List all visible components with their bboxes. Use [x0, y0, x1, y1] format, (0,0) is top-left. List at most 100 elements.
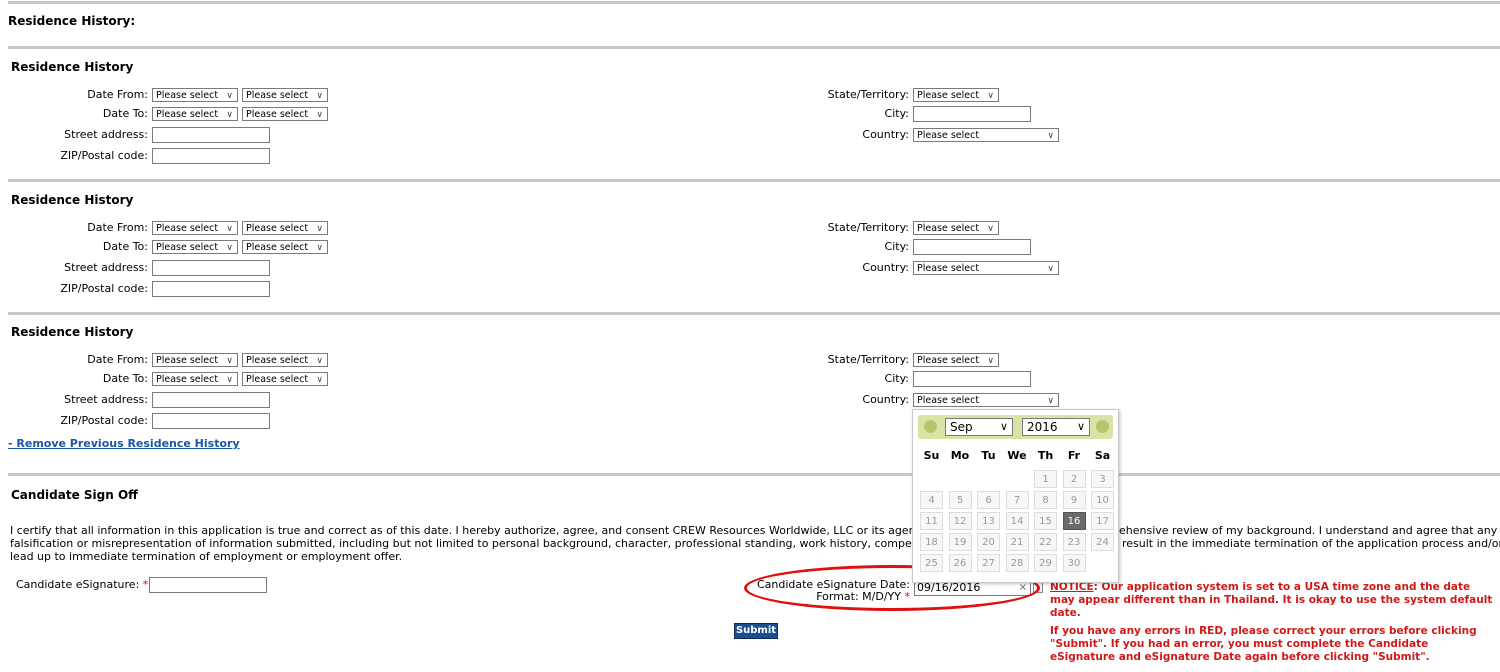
state-label: State/Territory: [827, 353, 909, 366]
prev-month-icon[interactable] [924, 420, 937, 433]
country-select[interactable]: Please select ∨ [913, 261, 1059, 275]
section-divider-4 [8, 473, 1500, 476]
day-cell-27[interactable]: 27 [977, 554, 1000, 572]
date-from-month-select[interactable]: Please select ∨ [152, 221, 238, 235]
residence-title: Residence History [11, 60, 134, 74]
residence-title: Residence History [11, 325, 134, 339]
day-cell-5[interactable]: 5 [948, 491, 972, 509]
zip-input[interactable] [152, 148, 270, 164]
date-from-year-select[interactable]: Please select ∨ [242, 88, 328, 102]
day-cell-17[interactable]: 17 [1091, 512, 1114, 530]
chevron-down-icon: ∨ [999, 420, 1008, 433]
street-address-input[interactable] [152, 260, 270, 276]
date-from-year-select[interactable]: Please select ∨ [242, 353, 328, 367]
day-cell-30[interactable]: 30 [1062, 554, 1086, 572]
day-cell-16[interactable]: 16 [1062, 512, 1086, 530]
chevron-down-icon: ∨ [316, 224, 323, 234]
submit-button[interactable]: Submit [734, 623, 778, 639]
chevron-down-icon: ∨ [226, 91, 233, 101]
country-label: Country: [862, 393, 909, 406]
day-cell-28[interactable]: 28 [1005, 554, 1029, 572]
state-select[interactable]: Please select ∨ [913, 353, 999, 367]
country-label: Country: [862, 128, 909, 141]
day-cell-3[interactable]: 3 [1091, 470, 1114, 488]
day-cell-9[interactable]: 9 [1062, 491, 1086, 509]
country-select[interactable]: Please select ∨ [913, 128, 1059, 142]
city-label: City: [884, 107, 909, 120]
date-from-month-select[interactable]: Please select ∨ [152, 88, 238, 102]
chevron-down-icon: ∨ [316, 243, 323, 253]
date-to-year-select[interactable]: Please select ∨ [242, 372, 328, 386]
date-from-year-select[interactable]: Please select ∨ [242, 221, 328, 235]
date-from-label: Date From: [87, 88, 148, 101]
chevron-down-icon: ∨ [226, 224, 233, 234]
day-cell-12[interactable]: 12 [948, 512, 972, 530]
day-cell-8[interactable]: 8 [1034, 491, 1057, 509]
day-cell-13[interactable]: 13 [977, 512, 1000, 530]
date-to-month-select[interactable]: Please select ∨ [152, 372, 238, 386]
city-input[interactable] [913, 371, 1031, 387]
date-to-label: Date To: [102, 240, 148, 253]
day-cell-21[interactable]: 21 [1005, 533, 1029, 551]
state-select[interactable]: Please select ∨ [913, 221, 999, 235]
state-select[interactable]: Please select ∨ [913, 88, 999, 102]
weekday-th: Th [1037, 449, 1054, 462]
date-from-month-select[interactable]: Please select ∨ [152, 353, 238, 367]
day-cell-18[interactable]: 18 [920, 533, 943, 551]
esignature-label: Candidate eSignature: * [16, 578, 149, 591]
chevron-down-icon: ∨ [1047, 264, 1054, 274]
zip-input[interactable] [152, 281, 270, 297]
chevron-down-icon: ∨ [226, 243, 233, 253]
certify-line-1-left: I certify that all information in this a… [10, 524, 936, 537]
street-address-label: Street address: [64, 261, 148, 274]
day-cell-29[interactable]: 29 [1034, 554, 1057, 572]
day-cell-14[interactable]: 14 [1005, 512, 1029, 530]
weekday-fr: Fr [1067, 449, 1081, 462]
date-to-year-select[interactable]: Please select ∨ [242, 107, 328, 121]
country-select[interactable]: Please select ∨ [913, 393, 1059, 407]
day-cell-25[interactable]: 25 [920, 554, 943, 572]
day-cell-24[interactable]: 24 [1091, 533, 1114, 551]
chevron-down-icon: ∨ [987, 91, 994, 101]
date-to-month-select[interactable]: Please select ∨ [152, 107, 238, 121]
section-divider-1 [8, 46, 1500, 49]
chevron-down-icon: ∨ [987, 356, 994, 366]
date-to-month-select[interactable]: Please select ∨ [152, 240, 238, 254]
day-cell-19[interactable]: 19 [948, 533, 972, 551]
day-cell-20[interactable]: 20 [977, 533, 1000, 551]
esignature-input[interactable] [149, 577, 267, 593]
zip-input[interactable] [152, 413, 270, 429]
month-select[interactable]: Sep ∨ [945, 418, 1013, 436]
day-cell-11[interactable]: 11 [920, 512, 943, 530]
day-cell-2[interactable]: 2 [1062, 470, 1086, 488]
day-cell-4[interactable]: 4 [920, 491, 943, 509]
day-cell-26[interactable]: 26 [948, 554, 972, 572]
chevron-down-icon: ∨ [316, 110, 323, 120]
notice-text-2: If you have any errors in RED, please co… [1050, 625, 1477, 663]
state-label: State/Territory: [827, 88, 909, 101]
day-cell-1[interactable]: 1 [1034, 470, 1057, 488]
date-to-year-select[interactable]: Please select ∨ [242, 240, 328, 254]
day-cell-10[interactable]: 10 [1091, 491, 1114, 509]
weekday-mo: Mo [950, 449, 970, 462]
day-cell-15[interactable]: 15 [1034, 512, 1057, 530]
year-select[interactable]: 2016 ∨ [1022, 418, 1090, 436]
city-input[interactable] [913, 106, 1031, 122]
remove-residence-link[interactable]: - Remove Previous Residence History [8, 437, 240, 450]
required-mark: * [142, 578, 149, 591]
day-cell-7[interactable]: 7 [1005, 491, 1029, 509]
day-cell-22[interactable]: 22 [1034, 533, 1057, 551]
certify-line-2-left: falsification or misrepresentation of in… [10, 537, 953, 550]
street-address-input[interactable] [152, 392, 270, 408]
page-title: Residence History: [8, 14, 136, 28]
section-divider-2 [8, 179, 1500, 182]
chevron-down-icon: ∨ [1047, 131, 1054, 141]
next-month-icon[interactable] [1096, 420, 1109, 433]
day-cell-23[interactable]: 23 [1062, 533, 1086, 551]
weekday-sa: Sa [1094, 449, 1111, 462]
city-input[interactable] [913, 239, 1031, 255]
day-cell-6[interactable]: 6 [977, 491, 1000, 509]
chevron-down-icon: ∨ [316, 375, 323, 385]
street-address-input[interactable] [152, 127, 270, 143]
state-label: State/Territory: [827, 221, 909, 234]
